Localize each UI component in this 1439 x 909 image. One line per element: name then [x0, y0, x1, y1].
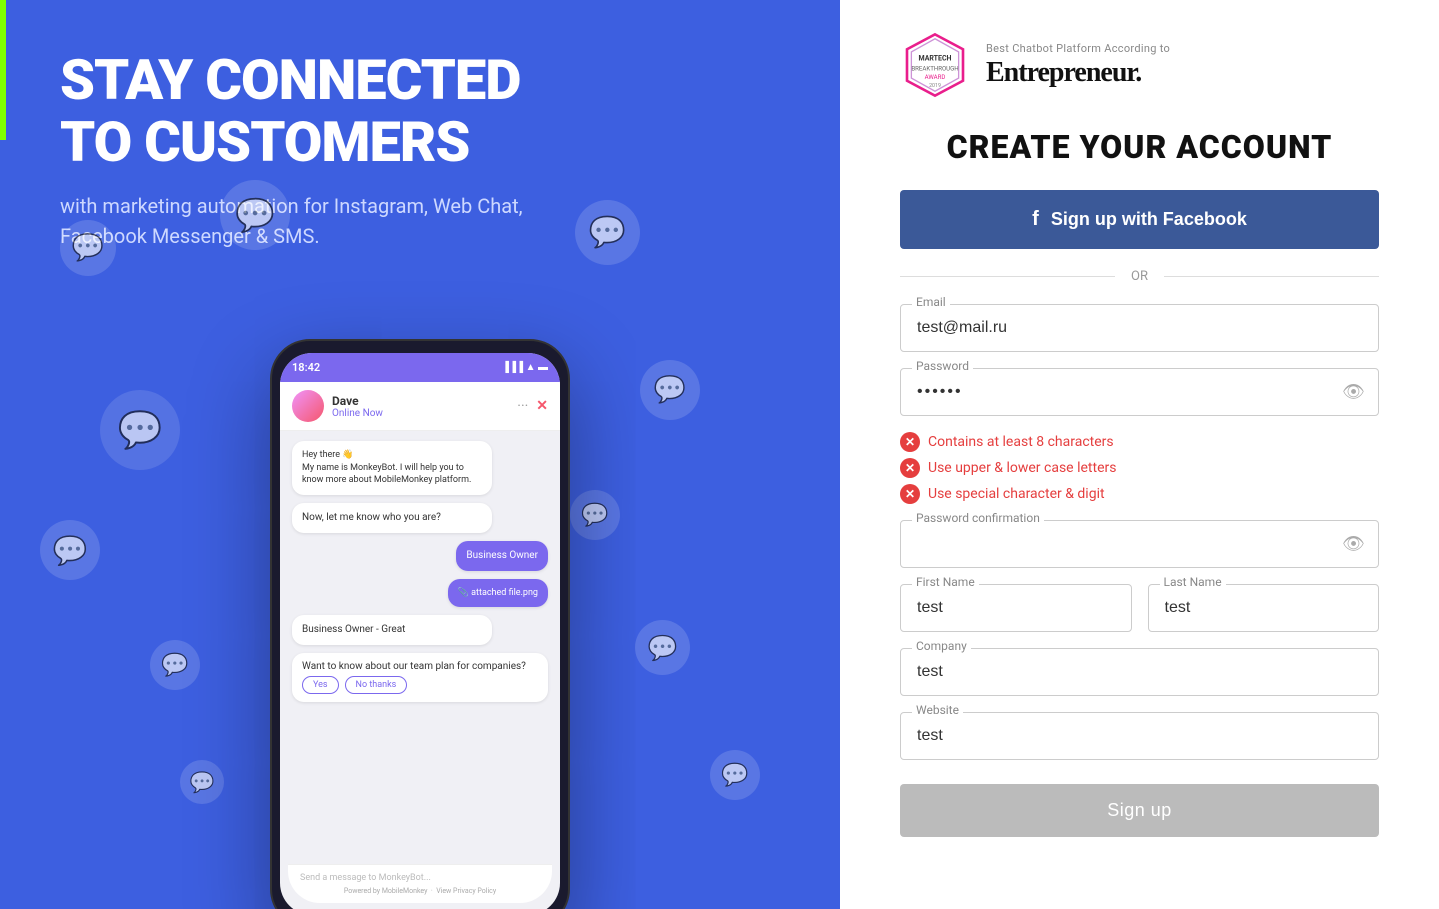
password-input[interactable]	[900, 368, 1379, 416]
award-text-block: Best Chatbot Platform According to Entre…	[986, 42, 1170, 89]
chat-avatar	[292, 390, 324, 422]
facebook-btn-label: Sign up with Facebook	[1051, 209, 1247, 230]
validation-text-3: Use special character & digit	[928, 486, 1105, 502]
name-row: First Name Last Name	[900, 584, 1379, 632]
email-label: Email	[912, 295, 950, 309]
password-confirm-input[interactable]	[900, 520, 1379, 568]
accent-bar	[0, 0, 6, 140]
last-name-input[interactable]	[1148, 584, 1380, 632]
award-badge: MARTECH BREAKTHROUGH AWARD 2019	[900, 30, 970, 100]
award-small-text: Best Chatbot Platform According to	[986, 42, 1170, 55]
phone-bottom-bar: Send a message to MonkeyBot... Powered b…	[288, 864, 552, 903]
chat-close-icon: ✕	[536, 398, 548, 414]
email-input[interactable]	[900, 304, 1379, 352]
headline-line1: STAY CONNECTED	[60, 47, 521, 113]
right-panel: MARTECH BREAKTHROUGH AWARD 2019 Best Cha…	[840, 0, 1439, 909]
no-button[interactable]: No thanks	[345, 676, 408, 694]
brand-header: MARTECH BREAKTHROUGH AWARD 2019 Best Cha…	[900, 30, 1379, 100]
subheadline: with marketing automation for Instagram,…	[60, 191, 600, 251]
headline-line2: TO CUSTOMERS	[60, 109, 469, 175]
messenger-icon-4: 💬	[40, 520, 100, 580]
password-confirm-field-group: Password confirmation 👁	[900, 520, 1379, 568]
messenger-icon-7: 💬	[640, 360, 700, 420]
password-eye-icon[interactable]: 👁	[1342, 382, 1365, 403]
svg-text:BREAKTHROUGH: BREAKTHROUGH	[911, 65, 958, 72]
validation-item-1: ✕ Contains at least 8 characters	[900, 432, 1379, 452]
last-name-label: Last Name	[1160, 575, 1226, 589]
divider-line-right	[1164, 276, 1379, 277]
signup-button[interactable]: Sign up	[900, 784, 1379, 837]
first-name-label: First Name	[912, 575, 979, 589]
website-field-group: Website	[900, 712, 1379, 760]
facebook-signup-button[interactable]: f Sign up with Facebook	[900, 190, 1379, 249]
phone-status-icons: ▐▐▐ ▲ ▬	[502, 362, 548, 373]
facebook-icon: f	[1032, 208, 1039, 231]
phone-time: 18:42	[292, 361, 320, 374]
company-input[interactable]	[900, 648, 1379, 696]
phone-status-bar: 18:42 ▐▐▐ ▲ ▬	[280, 353, 560, 382]
messenger-icon-5: 💬	[150, 640, 200, 690]
password-field-group: Password 👁	[900, 368, 1379, 416]
chat-header: Dave Online Now ··· ✕	[280, 382, 560, 431]
validation-item-2: ✕ Use upper & lower case letters	[900, 458, 1379, 478]
message-6: Want to know about our team plan for com…	[292, 653, 548, 702]
svg-text:2019: 2019	[929, 83, 941, 89]
main-headline: STAY CONNECTED TO CUSTOMERS	[60, 50, 780, 173]
validation-text-1: Contains at least 8 characters	[928, 434, 1114, 450]
left-panel: STAY CONNECTED TO CUSTOMERS with marketi…	[0, 0, 840, 909]
message-1: Hey there 👋My name is MonkeyBot. I will …	[292, 441, 492, 495]
phone-input-placeholder: Send a message to MonkeyBot...	[300, 873, 540, 883]
validation-list: ✕ Contains at least 8 characters ✕ Use u…	[900, 432, 1379, 504]
phone-outer: 18:42 ▐▐▐ ▲ ▬ Dave Online Now ··· ✕ Hey …	[270, 339, 570, 909]
company-field-group: Company	[900, 648, 1379, 696]
validation-icon-2: ✕	[900, 458, 920, 478]
contact-status: Online Now	[332, 408, 383, 419]
messenger-icon-9: 💬	[635, 620, 690, 675]
entrepreneur-logo: Entrepreneur.	[986, 57, 1170, 89]
company-label: Company	[912, 639, 971, 653]
phone-mockup: 18:42 ▐▐▐ ▲ ▬ Dave Online Now ··· ✕ Hey …	[270, 339, 570, 909]
message-buttons: Yes No thanks	[302, 676, 538, 694]
chat-contact-info: Dave Online Now	[332, 394, 383, 419]
svg-text:AWARD: AWARD	[925, 74, 946, 81]
messenger-icon-8: 💬	[570, 490, 620, 540]
validation-icon-3: ✕	[900, 484, 920, 504]
or-divider: OR	[900, 269, 1379, 284]
message-4: 📎 attached file.png	[448, 579, 548, 608]
messenger-icon-10: 💬	[710, 750, 760, 800]
last-name-field-group: Last Name	[1148, 584, 1380, 632]
phone-input-area: Send a message to MonkeyBot...	[300, 873, 540, 883]
first-name-input[interactable]	[900, 584, 1132, 632]
contact-name: Dave	[332, 394, 383, 408]
svg-text:MARTECH: MARTECH	[919, 55, 952, 63]
message-3: Business Owner	[456, 541, 548, 571]
divider-line-left	[900, 276, 1115, 277]
website-label: Website	[912, 703, 963, 717]
validation-item-3: ✕ Use special character & digit	[900, 484, 1379, 504]
phone-screen: 18:42 ▐▐▐ ▲ ▬ Dave Online Now ··· ✕ Hey …	[280, 353, 560, 909]
powered-by: Powered by MobileMonkey · View Privacy P…	[300, 887, 540, 895]
message-2: Now, let me know who you are?	[292, 503, 492, 533]
first-name-field-group: First Name	[900, 584, 1132, 632]
messenger-icon-11: 💬	[180, 760, 224, 804]
email-field-group: Email	[900, 304, 1379, 352]
chat-menu-dots: ···	[517, 398, 528, 414]
password-confirm-label: Password confirmation	[912, 511, 1044, 525]
password-label: Password	[912, 359, 973, 373]
yes-button[interactable]: Yes	[302, 676, 339, 694]
or-text: OR	[1115, 269, 1164, 284]
chat-messages: Hey there 👋My name is MonkeyBot. I will …	[280, 431, 560, 712]
page-title: CREATE YOUR ACCOUNT	[900, 128, 1379, 166]
messenger-icon-3: 💬	[100, 390, 180, 470]
password-confirm-eye-icon[interactable]: 👁	[1342, 534, 1365, 555]
validation-text-2: Use upper & lower case letters	[928, 460, 1116, 476]
message-5: Business Owner - Great	[292, 615, 492, 645]
website-input[interactable]	[900, 712, 1379, 760]
validation-icon-1: ✕	[900, 432, 920, 452]
